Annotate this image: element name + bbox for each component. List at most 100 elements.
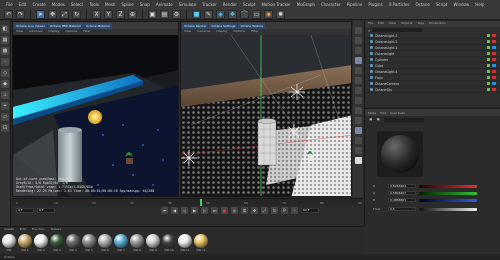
- light-icon[interactable]: ✺: [276, 10, 285, 19]
- z-axis-icon[interactable]: Z: [116, 10, 125, 19]
- material-swatch[interactable]: Mat.4: [66, 234, 80, 252]
- menu-item[interactable]: Window: [454, 2, 470, 7]
- object-menu-item[interactable]: Edit: [378, 21, 384, 27]
- octane-toolbar-icon[interactable]: [354, 77, 362, 84]
- object-row[interactable]: OctaneSky: [365, 87, 500, 93]
- material-menu-item[interactable]: Function: [32, 227, 45, 232]
- material-swatch[interactable]: Mat.6: [98, 234, 112, 252]
- channel-slider[interactable]: [419, 191, 477, 195]
- go-to-start-icon[interactable]: ⏮: [161, 207, 168, 214]
- visibility-flag-icon[interactable]: [487, 70, 490, 73]
- menu-item[interactable]: Plugins: [368, 2, 382, 7]
- edges-mode-icon[interactable]: ◇: [1, 69, 9, 77]
- coordinate-system-icon[interactable]: ⊕: [128, 10, 137, 19]
- octane-tag-icon[interactable]: [492, 58, 496, 61]
- float-slider[interactable]: [419, 207, 477, 211]
- menu-item[interactable]: Pipeline: [347, 2, 363, 7]
- menu-item[interactable]: Motion Tracker: [261, 2, 290, 7]
- visibility-flag-icon[interactable]: [487, 88, 490, 91]
- octane-tag-icon[interactable]: [492, 82, 496, 85]
- octane-tag-icon[interactable]: [492, 70, 496, 73]
- object-menu-item[interactable]: Tags: [417, 21, 424, 27]
- object-search-input[interactable]: [372, 28, 423, 32]
- go-to-end-icon[interactable]: ⏭: [211, 207, 218, 214]
- octane-toolbar-icon[interactable]: [354, 97, 362, 104]
- rotate-tool-icon[interactable]: ↻: [72, 10, 81, 19]
- object-menu-item[interactable]: File: [368, 21, 373, 27]
- octane-toolbar-icon[interactable]: [354, 137, 362, 144]
- keyframe-selection-icon[interactable]: ⚿: [241, 207, 248, 214]
- material-menu-item[interactable]: Edit: [20, 227, 26, 232]
- timeline-ruler[interactable]: 0 10 20 30 40 50 60 70 80 90: [12, 199, 363, 206]
- menu-item[interactable]: Tracker: [202, 2, 216, 7]
- menu-item[interactable]: Tools: [89, 2, 99, 7]
- points-mode-icon[interactable]: ⁘: [1, 58, 9, 66]
- object-menu-item[interactable]: Objects: [401, 21, 412, 27]
- visibility-flag-icon[interactable]: [487, 82, 490, 85]
- previous-frame-icon[interactable]: ◁: [181, 207, 188, 214]
- position-key-icon[interactable]: ✥: [251, 207, 258, 214]
- attribute-menu-item[interactable]: Edit: [380, 111, 386, 115]
- texture-mode-icon[interactable]: ▩: [1, 47, 9, 55]
- model-mode-icon[interactable]: ▦: [1, 36, 9, 44]
- octane-toolbar-icon[interactable]: [354, 57, 362, 64]
- visibility-flag-icon[interactable]: [487, 58, 490, 61]
- octane-tag-icon[interactable]: [492, 64, 496, 67]
- menu-item[interactable]: Character: [321, 2, 341, 7]
- play-icon[interactable]: ▶: [191, 207, 198, 214]
- pen-icon[interactable]: ✎: [204, 10, 213, 19]
- menu-item[interactable]: Help: [475, 2, 484, 7]
- octane-toolbar-icon[interactable]: [354, 117, 362, 124]
- menu-item[interactable]: Sculpt: [243, 2, 256, 7]
- octane-toolbar-icon[interactable]: [354, 127, 362, 134]
- octane-toolbar-icon[interactable]: [354, 37, 362, 44]
- menu-item[interactable]: Snap: [140, 2, 150, 7]
- material-swatch[interactable]: Mat.1: [18, 234, 32, 252]
- channel-value-field[interactable]: 0.4888867: [388, 198, 416, 202]
- visibility-flag-icon[interactable]: [487, 40, 490, 43]
- material-swatch[interactable]: Mat.2: [34, 234, 48, 252]
- octane-toolbar-icon[interactable]: [354, 147, 362, 154]
- menu-item[interactable]: Simulate: [179, 2, 197, 7]
- octane-tag-icon[interactable]: [492, 76, 496, 79]
- menu-item[interactable]: Mesh: [105, 2, 116, 7]
- material-swatch[interactable]: Mat.7: [114, 234, 128, 252]
- visibility-flag-icon[interactable]: [487, 52, 490, 55]
- menu-item[interactable]: Animate: [156, 2, 173, 7]
- array-icon[interactable]: ❖: [228, 10, 237, 19]
- undo-icon[interactable]: ↶: [4, 10, 13, 19]
- polygons-mode-icon[interactable]: ◆: [1, 80, 9, 88]
- material-swatch[interactable]: Mat: [2, 234, 16, 252]
- octane-toolbar-icon[interactable]: [354, 27, 362, 34]
- octane-live-viewer[interactable]: Octane Live Viewer Octane PBR Material O…: [12, 21, 179, 197]
- visibility-flag-icon[interactable]: [487, 34, 490, 37]
- menu-item[interactable]: Spline: [121, 2, 133, 7]
- visibility-flag-icon[interactable]: [487, 46, 490, 49]
- channel-slider[interactable]: [419, 198, 477, 202]
- redo-icon[interactable]: ↷: [16, 10, 25, 19]
- octane-toolbar-icon[interactable]: [354, 47, 362, 54]
- forward-icon[interactable]: ▶: [376, 117, 381, 122]
- octane-tag-icon[interactable]: [492, 40, 496, 43]
- point-level-icon[interactable]: ⁘: [291, 207, 298, 214]
- move-tool-icon[interactable]: ✥: [48, 10, 57, 19]
- material-swatch[interactable]: Mat.5: [82, 234, 96, 252]
- object-menu-item[interactable]: Bookmarks: [429, 21, 446, 27]
- make-editable-icon[interactable]: ◧: [1, 25, 9, 33]
- x-axis-icon[interactable]: X: [92, 10, 101, 19]
- parameter-key-icon[interactable]: P: [281, 207, 288, 214]
- menu-item[interactable]: MoGraph: [297, 2, 315, 7]
- channel-value-field[interactable]: 0.5898467: [388, 191, 416, 195]
- material-swatch[interactable]: Mat.8: [130, 234, 144, 252]
- floor-icon[interactable]: ▭: [252, 10, 261, 19]
- octane-tag-icon[interactable]: [492, 34, 496, 37]
- octane-tag-icon[interactable]: [492, 88, 496, 91]
- menu-item[interactable]: Script: [436, 2, 448, 7]
- float-value-field[interactable]: 0.5: [388, 207, 416, 211]
- camera-icon[interactable]: ◉: [264, 10, 273, 19]
- octane-tag-icon[interactable]: [492, 46, 496, 49]
- next-frame-icon[interactable]: ▷: [201, 207, 208, 214]
- attribute-menu-item[interactable]: Mode: [368, 111, 376, 115]
- octane-toolbar-icon[interactable]: [354, 107, 362, 114]
- menu-item[interactable]: X-Particles: [389, 2, 410, 7]
